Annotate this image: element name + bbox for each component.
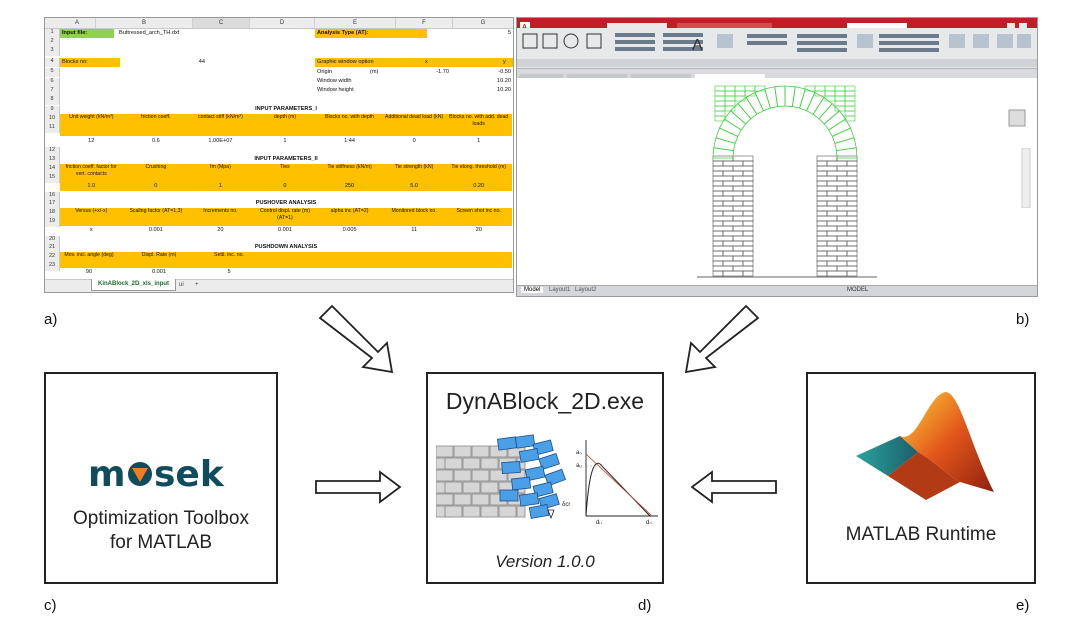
wall-block [436, 445, 454, 458]
wall-block [462, 457, 481, 470]
matlab-caption: MATLAB Runtime [845, 524, 997, 545]
svg-text:sek: sek [154, 454, 225, 495]
label-dcr: δcr [562, 502, 570, 508]
wall-block [480, 481, 499, 494]
label-d0: d₀ [646, 520, 652, 524]
displaced-block [496, 436, 518, 451]
dynablock-illustration: a₀ aᵤ δcr dᵤ d₀ [436, 434, 658, 524]
matlab-membrane-logo-icon [856, 392, 994, 500]
label-e: e) [1016, 597, 1030, 614]
wall-block [453, 493, 472, 506]
wall-block [436, 469, 454, 482]
mosek-caption-line2: for MATLAB [109, 532, 213, 553]
arrow-a-to-d [318, 304, 394, 374]
wall-block [462, 505, 481, 518]
svg-text:m: m [88, 454, 126, 495]
wall-block [444, 457, 463, 470]
arrow-c-to-d [315, 470, 402, 504]
matlab-box: MATLAB Runtime [806, 372, 1036, 584]
dynablock-version: Version 1.0.0 [495, 552, 595, 571]
tangent-line [585, 453, 653, 517]
mosek-caption-line1: Optimization Toolbox [72, 508, 250, 529]
mosek-box: m sek mosek Optimization Toolbox for MAT… [44, 372, 278, 584]
label-c: c) [44, 597, 57, 614]
wall-block [471, 469, 490, 482]
wall-block [444, 505, 463, 518]
arrow-e-to-d [690, 470, 777, 504]
displaced-block [501, 460, 521, 475]
arrow-b-to-d [684, 304, 760, 374]
wall-block [480, 457, 499, 470]
displaced-block [514, 434, 536, 449]
wall-block [471, 445, 490, 458]
wall-block [471, 493, 490, 506]
dynablock-box: DynABlock_2D.exe a₀ aᵤ δcr dᵤ d₀ Version 1.0… [426, 372, 664, 584]
displaced-block [528, 504, 550, 519]
label-a0: a₀ [576, 450, 582, 456]
wall-block [436, 493, 454, 506]
label-du: dᵤ [596, 520, 602, 524]
capacity-curve [585, 462, 651, 517]
wall-block [453, 445, 472, 458]
displaced-block [511, 476, 532, 491]
wall-block [516, 505, 526, 518]
displaced-block [518, 492, 540, 507]
dynablock-title: DynABlock_2D.exe [445, 388, 645, 414]
wall-block [498, 505, 517, 518]
mosek-o-icon [128, 462, 152, 486]
wall-block [453, 469, 472, 482]
displaced-block [499, 489, 519, 502]
mosek-caption: Optimization Toolbox for MATLAB [46, 507, 276, 555]
wall-block [444, 481, 463, 494]
wall-block [480, 505, 499, 518]
label-au: aᵤ [576, 463, 582, 469]
mosek-logo: m sek [88, 454, 225, 495]
label-d: d) [638, 597, 652, 614]
wall-block [462, 481, 481, 494]
